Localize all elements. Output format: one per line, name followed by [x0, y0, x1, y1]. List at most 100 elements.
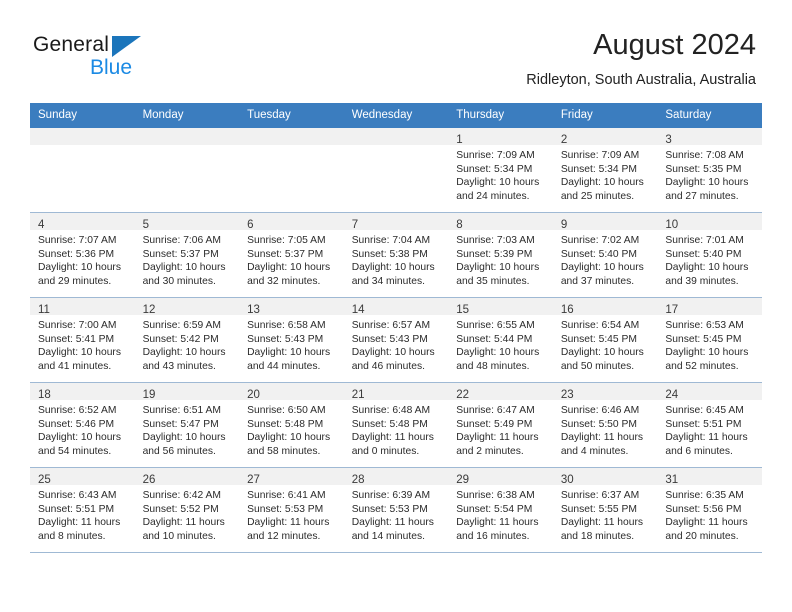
day-detail-text: Sunrise: 7:05 AM Sunset: 5:37 PM Daylight:…: [239, 230, 344, 288]
day-detail-text: Sunrise: 6:50 AM Sunset: 5:48 PM Daylight:…: [239, 400, 344, 458]
calendar-day-cell[interactable]: 30 Sunrise: 6:37 AM Sunset: 5:55 PM Dayligh…: [552, 467, 658, 553]
daylight-line-cont: and 39 minutes.: [665, 275, 739, 287]
day-number-band: 30: [552, 468, 658, 486]
daylight-line: Daylight: 10 hours: [665, 262, 749, 274]
sunset-line: Sunset: 5:54 PM: [456, 503, 533, 515]
daylight-line: Daylight: 11 hours: [456, 517, 539, 529]
calendar-day-cell[interactable]: 31 Sunrise: 6:35 AM Sunset: 5:56 PM Dayligh…: [657, 467, 762, 553]
day-detail-text: Sunrise: 6:54 AM Sunset: 5:45 PM Daylight:…: [553, 315, 658, 373]
calendar-day-cell[interactable]: 10 Sunrise: 7:01 AM Sunset: 5:40 PM Dayligh…: [657, 212, 762, 298]
day-number-band: 26: [134, 468, 240, 486]
calendar-day-cell[interactable]: 14 Sunrise: 6:57 AM Sunset: 5:43 PM Dayligh…: [343, 297, 449, 383]
calendar-day-cell[interactable]: 25 Sunrise: 6:43 AM Sunset: 5:51 PM Dayligh…: [30, 467, 135, 553]
sunrise-line: Sunrise: 6:57 AM: [351, 320, 431, 331]
sunset-line: Sunset: 5:53 PM: [351, 503, 428, 515]
sunset-line: Sunset: 5:52 PM: [142, 503, 219, 515]
day-number-band: 21: [343, 383, 449, 401]
day-detail-text: Sunrise: 6:52 AM Sunset: 5:46 PM Daylight:…: [30, 400, 135, 458]
day-number-band: 15: [448, 298, 553, 316]
day-number: 16: [560, 304, 574, 316]
day-number-band: 22: [448, 383, 553, 401]
day-number-band-empty: [239, 128, 344, 145]
calendar-day-cell[interactable]: 24 Sunrise: 6:45 AM Sunset: 5:51 PM Dayligh…: [657, 382, 762, 468]
day-number: 27: [247, 474, 260, 486]
day-number-band-empty: [30, 128, 135, 145]
day-detail-text: Sunrise: 6:47 AM Sunset: 5:49 PM Daylight:…: [448, 400, 553, 458]
day-number-band: 4: [30, 213, 135, 231]
daylight-line-cont: and 32 minutes.: [247, 275, 321, 287]
day-number-band: 7: [343, 213, 449, 231]
day-number-band: 29: [448, 468, 553, 486]
calendar-day-cell[interactable]: 5 Sunrise: 7:06 AM Sunset: 5:37 PM Daylight…: [134, 212, 240, 298]
calendar-day-cell[interactable]: 28 Sunrise: 6:39 AM Sunset: 5:53 PM Dayligh…: [343, 467, 449, 553]
day-number-band: 12: [134, 298, 240, 316]
daylight-line: Daylight: 10 hours: [38, 432, 121, 444]
daylight-line: Daylight: 11 hours: [560, 432, 644, 444]
sunrise-line: Sunrise: 6:58 AM: [247, 320, 326, 331]
calendar-day-cell[interactable]: 22 Sunrise: 6:47 AM Sunset: 5:49 PM Dayligh…: [448, 382, 553, 468]
sunset-line: Sunset: 5:45 PM: [665, 333, 742, 345]
calendar-day-cell[interactable]: 1 Sunrise: 7:09 AM Sunset: 5:34 PM Daylight…: [448, 128, 553, 213]
sunset-line: Sunset: 5:55 PM: [560, 503, 637, 515]
sunset-line: Sunset: 5:37 PM: [142, 248, 219, 260]
calendar-day-cell[interactable]: 9 Sunrise: 7:02 AM Sunset: 5:40 PM Daylight…: [552, 212, 658, 298]
sunset-line: Sunset: 5:44 PM: [456, 333, 533, 345]
calendar-day-cell[interactable]: 29 Sunrise: 6:38 AM Sunset: 5:54 PM Dayligh…: [448, 467, 553, 553]
calendar-day-cell[interactable]: 26 Sunrise: 6:42 AM Sunset: 5:52 PM Dayligh…: [134, 467, 240, 553]
calendar-day-cell[interactable]: 15 Sunrise: 6:55 AM Sunset: 5:44 PM Dayligh…: [448, 297, 553, 383]
calendar-day-cell[interactable]: 12 Sunrise: 6:59 AM Sunset: 5:42 PM Dayligh…: [134, 297, 240, 383]
page-subtitle: Ridleyton, South Australia, Australia: [526, 72, 756, 88]
sunset-line: Sunset: 5:35 PM: [665, 163, 742, 175]
calendar-day-cell[interactable]: 23 Sunrise: 6:46 AM Sunset: 5:50 PM Dayligh…: [552, 382, 658, 468]
day-number: 10: [665, 219, 679, 231]
sunrise-line: Sunrise: 7:03 AM: [456, 235, 535, 246]
calendar-week-row: 4 Sunrise: 7:07 AM Sunset: 5:36 PM Daylight…: [30, 212, 762, 298]
calendar-day-cell[interactable]: 7 Sunrise: 7:04 AM Sunset: 5:38 PM Daylight…: [343, 212, 449, 298]
daylight-line: Daylight: 11 hours: [456, 432, 539, 444]
day-detail-text: Sunrise: 6:59 AM Sunset: 5:42 PM Daylight:…: [135, 315, 240, 373]
day-detail-text: Sunrise: 6:46 AM Sunset: 5:50 PM Daylight:…: [553, 400, 658, 458]
weekday-header-tuesday: Tuesday: [239, 103, 344, 128]
calendar-day-cell[interactable]: 18 Sunrise: 6:52 AM Sunset: 5:46 PM Dayligh…: [30, 382, 135, 468]
sunrise-line: Sunrise: 7:09 AM: [560, 150, 640, 161]
day-number: 1: [456, 134, 463, 146]
day-number: 15: [456, 304, 470, 316]
daylight-line-cont: and 12 minutes.: [247, 530, 321, 542]
calendar-day-cell[interactable]: 16 Sunrise: 6:54 AM Sunset: 5:45 PM Dayligh…: [552, 297, 658, 383]
sunset-line: Sunset: 5:42 PM: [142, 333, 219, 345]
calendar-day-cell[interactable]: 6 Sunrise: 7:05 AM Sunset: 5:37 PM Daylight…: [239, 212, 344, 298]
day-number: 24: [665, 389, 679, 401]
brand-logo[interactable]: General Blue: [33, 33, 253, 89]
day-number: 6: [247, 219, 254, 231]
daylight-line-cont: and 6 minutes.: [665, 445, 733, 457]
calendar-day-cell-empty: [343, 128, 449, 213]
calendar-day-cell[interactable]: 27 Sunrise: 6:41 AM Sunset: 5:53 PM Dayligh…: [239, 467, 344, 553]
calendar-day-cell[interactable]: 13 Sunrise: 6:58 AM Sunset: 5:43 PM Dayligh…: [239, 297, 344, 383]
day-number-band-empty: [343, 128, 449, 145]
sunrise-line: Sunrise: 7:04 AM: [351, 235, 431, 246]
sunrise-line: Sunrise: 6:55 AM: [456, 320, 535, 331]
sunset-line: Sunset: 5:48 PM: [351, 418, 428, 430]
calendar-day-cell[interactable]: 3 Sunrise: 7:08 AM Sunset: 5:35 PM Daylight…: [657, 128, 762, 213]
calendar-day-cell[interactable]: 11 Sunrise: 7:00 AM Sunset: 5:41 PM Dayligh…: [30, 297, 135, 383]
calendar-day-cell[interactable]: 17 Sunrise: 6:53 AM Sunset: 5:45 PM Dayligh…: [657, 297, 762, 383]
daylight-line-cont: and 34 minutes.: [351, 275, 425, 287]
daylight-line: Daylight: 10 hours: [247, 432, 331, 444]
calendar-day-cell[interactable]: 2 Sunrise: 7:09 AM Sunset: 5:34 PM Daylight…: [552, 128, 658, 213]
day-number: 7: [351, 219, 359, 231]
sunrise-line: Sunrise: 6:59 AM: [142, 320, 221, 331]
calendar-day-cell[interactable]: 8 Sunrise: 7:03 AM Sunset: 5:39 PM Daylight…: [448, 212, 553, 298]
day-detail-text: Sunrise: 6:51 AM Sunset: 5:47 PM Daylight:…: [135, 400, 240, 458]
calendar-day-cell[interactable]: 4 Sunrise: 7:07 AM Sunset: 5:36 PM Daylight…: [30, 212, 135, 298]
calendar-day-cell[interactable]: 19 Sunrise: 6:51 AM Sunset: 5:47 PM Dayligh…: [134, 382, 240, 468]
sunset-line: Sunset: 5:51 PM: [665, 418, 742, 430]
weekday-header-row: Sunday Monday Tuesday Wednesday Thursday Frid…: [30, 103, 762, 128]
sunset-line: Sunset: 5:40 PM: [560, 248, 637, 260]
sunset-line: Sunset: 5:47 PM: [142, 418, 219, 430]
daylight-line-cont: and 46 minutes.: [351, 360, 425, 372]
calendar-day-cell[interactable]: 20 Sunrise: 6:50 AM Sunset: 5:48 PM Dayligh…: [239, 382, 344, 468]
day-number: 9: [560, 219, 568, 231]
daylight-line: Daylight: 10 hours: [38, 347, 121, 359]
daylight-line: Daylight: 10 hours: [351, 347, 435, 359]
calendar-day-cell[interactable]: 21 Sunrise: 6:48 AM Sunset: 5:48 PM Dayligh…: [343, 382, 449, 468]
